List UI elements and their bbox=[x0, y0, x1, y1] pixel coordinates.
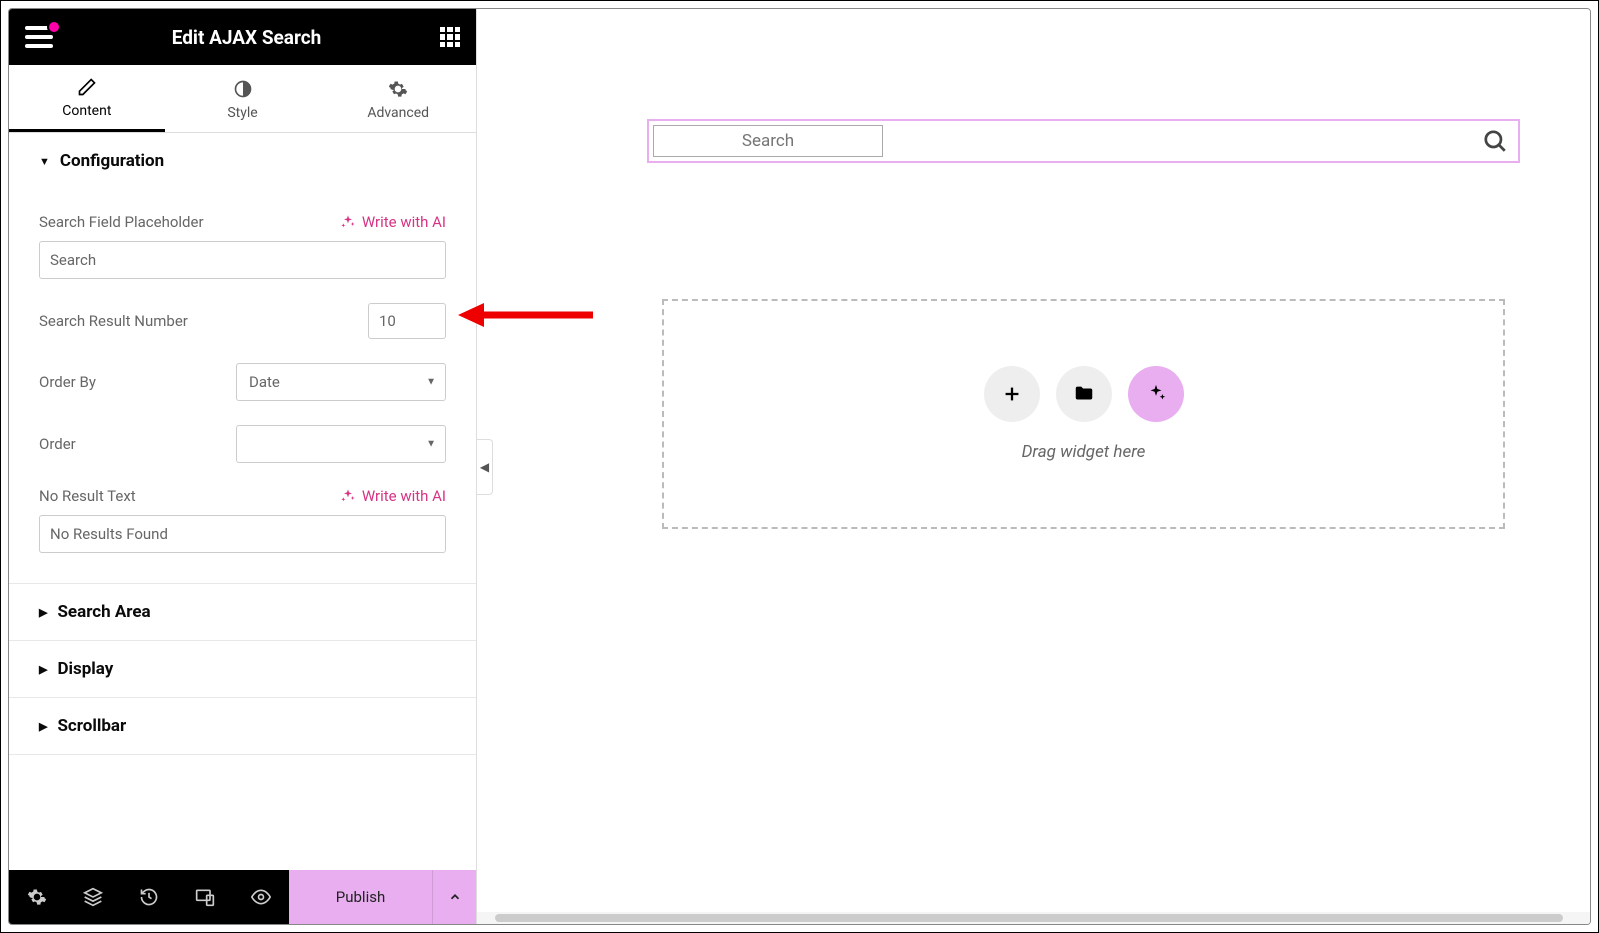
settings-button[interactable] bbox=[9, 870, 65, 924]
widgets-grid-button[interactable] bbox=[440, 27, 460, 47]
result-number-input[interactable] bbox=[368, 303, 446, 339]
folder-icon bbox=[1073, 383, 1095, 405]
tab-content-label: Content bbox=[62, 103, 111, 119]
editor-tabs: Content Style Advanced bbox=[9, 65, 476, 133]
ajax-search-widget[interactable] bbox=[647, 119, 1520, 163]
tab-style-label: Style bbox=[227, 105, 257, 121]
gear-icon bbox=[27, 887, 47, 907]
gear-icon bbox=[388, 79, 408, 99]
label-order: Order bbox=[39, 435, 76, 453]
label-order-by: Order By bbox=[39, 373, 96, 391]
tab-advanced[interactable]: Advanced bbox=[320, 65, 476, 132]
label-placeholder: Search Field Placeholder bbox=[39, 213, 204, 231]
ai-generate-button[interactable] bbox=[1128, 366, 1184, 422]
section-scrollbar: ▶ Scrollbar bbox=[9, 698, 476, 755]
section-title-search-area: Search Area bbox=[57, 602, 150, 622]
search-icon[interactable] bbox=[1482, 128, 1508, 154]
history-icon bbox=[139, 887, 159, 907]
preview-button[interactable] bbox=[233, 870, 289, 924]
label-result-number: Search Result Number bbox=[39, 312, 188, 330]
editor-canvas: Drag widget here bbox=[477, 9, 1590, 924]
navigator-button[interactable] bbox=[65, 870, 121, 924]
tab-advanced-label: Advanced bbox=[367, 105, 429, 121]
order-select[interactable] bbox=[236, 425, 446, 463]
section-search-area: ▶ Search Area bbox=[9, 584, 476, 641]
menu-button[interactable] bbox=[25, 26, 53, 48]
label-no-result: No Result Text bbox=[39, 487, 136, 505]
caret-right-icon: ▶ bbox=[39, 720, 47, 733]
editor-sidebar: Edit AJAX Search Content Style Advanced bbox=[9, 9, 477, 924]
scrollbar-thumb[interactable] bbox=[495, 914, 1563, 922]
write-with-ai-link-2[interactable]: Write with AI bbox=[340, 487, 446, 505]
section-title-configuration: Configuration bbox=[60, 151, 164, 171]
horizontal-scrollbar[interactable] bbox=[477, 912, 1590, 924]
caret-right-icon: ▶ bbox=[39, 663, 47, 676]
section-header-display[interactable]: ▶ Display bbox=[9, 641, 476, 697]
search-placeholder-input[interactable] bbox=[39, 241, 446, 279]
publish-options-button[interactable] bbox=[432, 870, 476, 924]
publish-button[interactable]: Publish bbox=[289, 870, 432, 924]
drop-zone[interactable]: Drag widget here bbox=[662, 299, 1505, 529]
section-header-configuration[interactable]: ▼ Configuration bbox=[9, 133, 476, 189]
section-display: ▶ Display bbox=[9, 641, 476, 698]
annotation-arrow bbox=[458, 299, 598, 335]
drop-zone-text: Drag widget here bbox=[1022, 442, 1146, 462]
order-by-select[interactable]: Date bbox=[236, 363, 446, 401]
add-widget-button[interactable] bbox=[984, 366, 1040, 422]
sparkle-icon bbox=[1145, 383, 1167, 405]
collapse-sidebar-button[interactable]: ◀ bbox=[477, 439, 493, 495]
section-title-display: Display bbox=[57, 659, 113, 679]
panel-content: ▼ Configuration Search Field Placeholder… bbox=[9, 133, 476, 870]
tab-content[interactable]: Content bbox=[9, 65, 165, 132]
caret-down-icon: ▼ bbox=[39, 155, 50, 168]
section-configuration: ▼ Configuration Search Field Placeholder… bbox=[9, 133, 476, 584]
section-header-search-area[interactable]: ▶ Search Area bbox=[9, 584, 476, 640]
sidebar-header: Edit AJAX Search bbox=[9, 9, 476, 65]
history-button[interactable] bbox=[121, 870, 177, 924]
chevron-left-icon: ◀ bbox=[480, 460, 489, 474]
layers-icon bbox=[83, 887, 103, 907]
pencil-icon bbox=[77, 77, 97, 97]
add-template-button[interactable] bbox=[1056, 366, 1112, 422]
devices-icon bbox=[195, 887, 215, 907]
responsive-button[interactable] bbox=[177, 870, 233, 924]
section-title-scrollbar: Scrollbar bbox=[57, 716, 126, 736]
panel-title: Edit AJAX Search bbox=[172, 26, 322, 49]
notification-dot-icon bbox=[47, 20, 61, 34]
write-with-ai-link-1[interactable]: Write with AI bbox=[340, 213, 446, 231]
chevron-up-icon bbox=[448, 890, 462, 904]
plus-icon bbox=[1001, 383, 1023, 405]
contrast-icon bbox=[233, 79, 253, 99]
sparkle-icon bbox=[340, 214, 356, 230]
search-input[interactable] bbox=[653, 125, 883, 157]
sparkle-icon bbox=[340, 488, 356, 504]
caret-right-icon: ▶ bbox=[39, 606, 47, 619]
eye-icon bbox=[251, 887, 271, 907]
no-result-input[interactable] bbox=[39, 515, 446, 553]
tab-style[interactable]: Style bbox=[165, 65, 321, 132]
section-header-scrollbar[interactable]: ▶ Scrollbar bbox=[9, 698, 476, 754]
sidebar-footer: Publish bbox=[9, 870, 476, 924]
